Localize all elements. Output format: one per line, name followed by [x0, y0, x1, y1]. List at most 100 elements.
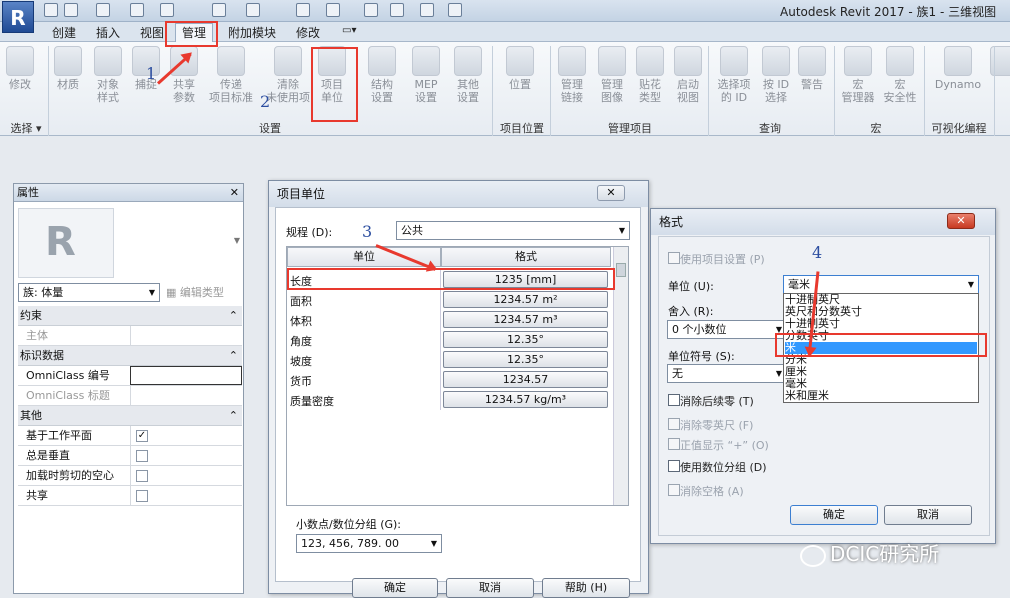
units-help-button[interactable]: 帮助 (H) [542, 578, 630, 598]
highlight-project-units [311, 47, 358, 122]
macro-security-tool[interactable]: 宏 安全性 [878, 46, 922, 104]
suppress-zero-feet-checkbox[interactable] [668, 418, 680, 430]
units-row-mass-density[interactable]: 质量密度 1234.57 kg/m³ [288, 390, 610, 410]
volume-format-button[interactable]: 1234.57 m³ [443, 311, 608, 328]
units-row-slope[interactable]: 坡度 12.35° [288, 350, 610, 370]
measure-icon[interactable] [212, 3, 226, 17]
unit-option[interactable]: 米和厘米 [785, 390, 977, 402]
type-selector-arrow-icon[interactable]: ▼ [234, 236, 240, 245]
units-row-volume[interactable]: 体积 1234.57 m³ [288, 310, 610, 330]
dynamo-tool[interactable]: Dynamo [932, 46, 984, 91]
shared-checkbox[interactable] [136, 490, 148, 502]
format-title-bar: 格式 [651, 209, 995, 235]
digit-grouping-checkbox[interactable] [668, 460, 680, 472]
transfer-icon [217, 46, 245, 76]
section-icon[interactable] [364, 3, 378, 17]
3d-view-icon[interactable] [326, 3, 340, 17]
always-vertical-checkbox[interactable] [136, 450, 148, 462]
angle-format-button[interactable]: 12.35° [443, 331, 608, 348]
sync-icon[interactable] [96, 3, 110, 17]
annotation-3: 3 [362, 222, 373, 241]
show-plus-checkbox[interactable] [668, 438, 680, 450]
tab-addins[interactable]: 附加模块 [228, 24, 276, 41]
ids-of-selection-tool[interactable]: 选择项 的 ID [712, 46, 756, 104]
open-icon[interactable] [44, 3, 58, 17]
group-constraints[interactable]: 约束 ⌃ [18, 306, 242, 326]
prop-row-always-vertical: 总是垂直 [18, 446, 242, 466]
annotation-2: 2 [260, 92, 271, 111]
close-windows-icon[interactable] [420, 3, 434, 17]
unit-select[interactable]: 毫米 [783, 275, 979, 294]
prop-row-cut-with-voids: 加载时剪切的空心 [18, 466, 242, 486]
warnings-tool[interactable]: 警告 [792, 46, 832, 91]
annotation-4: 4 [812, 243, 823, 262]
undo-icon[interactable] [130, 3, 144, 17]
structural-settings-tool[interactable]: 结构 设置 [362, 46, 402, 104]
text-icon[interactable] [296, 3, 310, 17]
close-button[interactable]: ✕ [597, 185, 625, 201]
collapse-icon: ⌃ [228, 309, 238, 322]
watermark: DCIC研究所 [800, 538, 1000, 570]
unit-symbol-select[interactable]: 无 [667, 364, 787, 383]
materials-tool[interactable]: 材质 [48, 46, 88, 91]
macro-manager-tool[interactable]: 宏 管理器 [836, 46, 880, 104]
edit-type-button[interactable]: ▦ 编辑类型 [166, 283, 244, 302]
quick-access-toolbar: Autodesk Revit 2017 - 族1 - 三维视图 [0, 0, 1010, 22]
panel-inquiry: 查询 [759, 122, 781, 135]
units-cancel-button[interactable]: 取消 [446, 578, 534, 598]
modify-tool[interactable]: 修改 [0, 46, 40, 91]
panel-select[interactable]: 选择 ▾ [4, 120, 48, 136]
family-selector[interactable]: 族: 体量 [18, 283, 160, 302]
suppress-trailing-zeros-checkbox[interactable] [668, 394, 680, 406]
currency-format-button[interactable]: 1234.57 [443, 371, 608, 388]
units-table-scrollbar[interactable] [613, 247, 628, 505]
save-icon[interactable] [64, 3, 78, 17]
close-button[interactable]: ✕ [947, 213, 975, 229]
slope-format-button[interactable]: 12.35° [443, 351, 608, 368]
close-icon[interactable]: ✕ [230, 184, 239, 202]
group-other[interactable]: 其他 ⌃ [18, 406, 242, 426]
format-ok-button[interactable]: 确定 [790, 505, 878, 525]
redo-icon[interactable] [160, 3, 174, 17]
tab-modify[interactable]: 修改 [296, 24, 320, 41]
tab-insert[interactable]: 插入 [96, 24, 120, 41]
tab-view[interactable]: 视图 [140, 24, 164, 41]
cut-with-voids-checkbox[interactable] [136, 470, 148, 482]
revit-logo-button[interactable]: R [2, 1, 34, 33]
macro-icon [844, 46, 872, 76]
more-tool[interactable] [990, 46, 1010, 78]
starting-view-tool[interactable]: 启动 视图 [668, 46, 708, 104]
manage-images-tool[interactable]: 管理 图像 [592, 46, 632, 104]
select-by-id-tool[interactable]: 按 ID 选择 [756, 46, 796, 104]
unit-option[interactable]: 厘米 [785, 366, 977, 378]
decimal-grouping-select[interactable]: 123, 456, 789. 00 [296, 534, 442, 553]
thin-lines-icon[interactable] [390, 3, 404, 17]
suppress-spaces-checkbox[interactable] [668, 484, 680, 496]
units-ok-button[interactable]: 确定 [352, 578, 438, 598]
switch-windows-icon[interactable] [448, 3, 462, 17]
units-row-angle[interactable]: 角度 12.35° [288, 330, 610, 350]
object-styles-tool[interactable]: 对象 样式 [88, 46, 128, 104]
transfer-standards-tool[interactable]: 传递 项目标准 [208, 46, 254, 104]
group-identity-data[interactable]: 标识数据 ⌃ [18, 346, 242, 366]
dimension-icon[interactable] [246, 3, 260, 17]
discipline-select[interactable]: 公共 [396, 221, 630, 240]
location-tool[interactable]: 位置 [500, 46, 540, 91]
decal-types-tool[interactable]: 贴花 类型 [630, 46, 670, 104]
area-format-button[interactable]: 1234.57 m² [443, 291, 608, 308]
units-row-area[interactable]: 面积 1234.57 m² [288, 290, 610, 310]
mep-settings-tool[interactable]: MEP 设置 [406, 46, 446, 104]
links-icon [558, 46, 586, 76]
work-plane-based-checkbox[interactable]: ✓ [136, 430, 148, 442]
other-settings-tool[interactable]: 其他 设置 [448, 46, 488, 104]
use-project-settings-checkbox[interactable] [668, 252, 680, 264]
format-cancel-button[interactable]: 取消 [884, 505, 972, 525]
ribbon-minimize-icon[interactable]: ▭▾ [342, 25, 356, 36]
rounding-select[interactable]: 0 个小数位 [667, 320, 787, 339]
tab-create[interactable]: 创建 [52, 24, 76, 41]
purge-unused-tool[interactable]: 清除 未使用项 [266, 46, 310, 104]
units-row-currency[interactable]: 货币 1234.57 [288, 370, 610, 390]
mass-density-format-button[interactable]: 1234.57 kg/m³ [443, 391, 608, 408]
manage-links-tool[interactable]: 管理 链接 [552, 46, 592, 104]
omniclass-number-input[interactable] [130, 366, 242, 385]
